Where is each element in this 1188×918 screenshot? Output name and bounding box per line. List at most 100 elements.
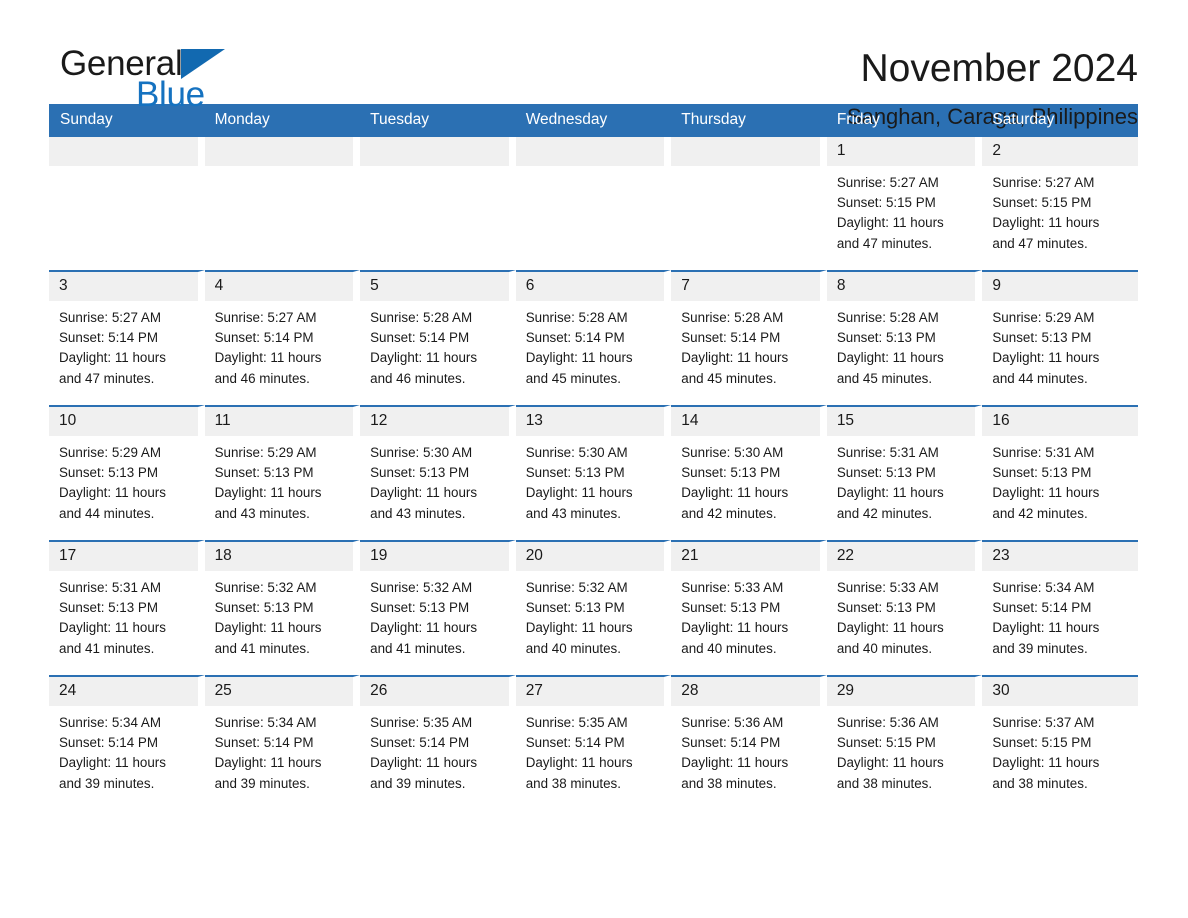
calendar-day-cell[interactable]: 18 Sunrise: 5:32 AM Sunset: 5:13 PM Dayligh… xyxy=(204,540,361,675)
calendar-week-row: 17 Sunrise: 5:31 AM Sunset: 5:13 PM Dayligh… xyxy=(49,540,1138,675)
calendar-day-cell[interactable]: 16 Sunrise: 5:31 AM Sunset: 5:13 PM Dayligh… xyxy=(982,405,1138,540)
page-title: November 2024 xyxy=(860,47,1139,90)
daylight-text-line1: Daylight: 11 hours xyxy=(525,350,633,366)
day-number xyxy=(515,137,665,166)
calendar-cell-empty xyxy=(204,137,361,270)
calendar-week-row: 10 Sunrise: 5:29 AM Sunset: 5:13 PM Dayligh… xyxy=(49,405,1138,540)
day-details: Sunrise: 5:28 AM Sunset: 5:14 PM Daylight:… xyxy=(516,301,665,389)
sunrise-text: Sunrise: 5:30 AM xyxy=(370,445,473,460)
calendar-day-cell[interactable]: 14 Sunrise: 5:30 AM Sunset: 5:13 PM Dayligh… xyxy=(671,405,827,540)
day-number: 8 xyxy=(826,272,976,301)
calendar-day-cell[interactable]: 28 Sunrise: 5:36 AM Sunset: 5:14 PM Dayligh… xyxy=(671,675,827,810)
daylight-text-line2: and 43 minutes. xyxy=(525,505,621,521)
sunset-text: Sunset: 5:13 PM xyxy=(525,465,625,481)
calendar-cell-empty xyxy=(515,137,672,270)
day-details: Sunrise: 5:27 AM Sunset: 5:14 PM Daylight:… xyxy=(49,301,198,389)
calendar-day-cell[interactable]: 3 Sunrise: 5:27 AM Sunset: 5:14 PM Daylight… xyxy=(49,270,205,405)
day-number: 24 xyxy=(49,677,198,706)
calendar-day-cell[interactable]: 5 Sunrise: 5:28 AM Sunset: 5:14 PM Daylight… xyxy=(360,270,516,405)
calendar-day-cell[interactable]: 12 Sunrise: 5:30 AM Sunset: 5:13 PM Dayligh… xyxy=(360,405,516,540)
sunrise-text: Sunrise: 5:27 AM xyxy=(992,175,1095,190)
daylight-text-line1: Daylight: 11 hours xyxy=(836,215,944,231)
daylight-text-line2: and 42 minutes. xyxy=(992,505,1088,521)
calendar-day-cell[interactable]: 21 Sunrise: 5:33 AM Sunset: 5:13 PM Dayligh… xyxy=(671,540,827,675)
day-details: Sunrise: 5:28 AM Sunset: 5:14 PM Daylight:… xyxy=(360,301,509,389)
day-number: 14 xyxy=(671,407,820,436)
sunrise-text: Sunrise: 5:31 AM xyxy=(836,445,939,460)
day-number: 18 xyxy=(204,542,354,571)
day-number: 12 xyxy=(360,407,509,436)
calendar-day-cell[interactable]: 17 Sunrise: 5:31 AM Sunset: 5:13 PM Dayligh… xyxy=(49,540,205,675)
sunset-text: Sunset: 5:13 PM xyxy=(214,465,314,481)
daylight-text-line2: and 38 minutes. xyxy=(836,775,933,791)
calendar-day-cell[interactable]: 2 Sunrise: 5:27 AM Sunset: 5:15 PM Daylight… xyxy=(982,137,1138,270)
day-number: 19 xyxy=(360,542,509,571)
day-number: 23 xyxy=(982,542,1138,571)
daylight-text-line2: and 47 minutes. xyxy=(836,235,933,251)
calendar-day-cell[interactable]: 27 Sunrise: 5:35 AM Sunset: 5:14 PM Dayligh… xyxy=(515,675,672,810)
calendar-day-cell[interactable]: 22 Sunrise: 5:33 AM Sunset: 5:13 PM Dayligh… xyxy=(826,540,983,675)
sunrise-text: Sunrise: 5:27 AM xyxy=(59,310,161,325)
calendar-day-cell[interactable]: 7 Sunrise: 5:28 AM Sunset: 5:14 PM Daylight… xyxy=(671,270,827,405)
day-details: Sunrise: 5:31 AM Sunset: 5:13 PM Daylight:… xyxy=(49,571,198,659)
calendar-day-cell[interactable]: 19 Sunrise: 5:32 AM Sunset: 5:13 PM Dayligh… xyxy=(360,540,516,675)
calendar-day-cell[interactable]: 13 Sunrise: 5:30 AM Sunset: 5:13 PM Dayligh… xyxy=(515,405,672,540)
calendar-day-cell[interactable]: 26 Sunrise: 5:35 AM Sunset: 5:14 PM Dayligh… xyxy=(360,675,516,810)
day-details: Sunrise: 5:27 AM Sunset: 5:14 PM Daylight:… xyxy=(205,301,354,389)
calendar-day-cell[interactable]: 23 Sunrise: 5:34 AM Sunset: 5:14 PM Dayligh… xyxy=(982,540,1138,675)
daylight-text-line1: Daylight: 11 hours xyxy=(214,620,322,636)
daylight-text-line2: and 46 minutes. xyxy=(370,370,466,386)
calendar-day-cell[interactable]: 9 Sunrise: 5:29 AM Sunset: 5:13 PM Daylight… xyxy=(982,270,1138,405)
calendar-day-cell[interactable]: 20 Sunrise: 5:32 AM Sunset: 5:13 PM Dayligh… xyxy=(515,540,672,675)
sunrise-text: Sunrise: 5:31 AM xyxy=(992,445,1095,460)
calendar-cell-empty xyxy=(49,137,205,270)
calendar-day-cell[interactable]: 10 Sunrise: 5:29 AM Sunset: 5:13 PM Dayligh… xyxy=(49,405,205,540)
day-number: 28 xyxy=(671,677,820,706)
calendar-day-cell[interactable]: 6 Sunrise: 5:28 AM Sunset: 5:14 PM Daylight… xyxy=(515,270,672,405)
daylight-text-line2: and 38 minutes. xyxy=(525,775,621,791)
daylight-text-line1: Daylight: 11 hours xyxy=(681,755,789,771)
daylight-text-line2: and 45 minutes. xyxy=(681,370,777,386)
calendar-day-cell[interactable]: 4 Sunrise: 5:27 AM Sunset: 5:14 PM Daylight… xyxy=(204,270,361,405)
calendar-day-cell[interactable]: 11 Sunrise: 5:29 AM Sunset: 5:13 PM Dayligh… xyxy=(204,405,361,540)
day-details: Sunrise: 5:35 AM Sunset: 5:14 PM Daylight:… xyxy=(516,706,665,794)
sunrise-text: Sunrise: 5:31 AM xyxy=(59,580,161,595)
calendar-day-cell[interactable]: 8 Sunrise: 5:28 AM Sunset: 5:13 PM Daylight… xyxy=(826,270,983,405)
day-number: 21 xyxy=(671,542,820,571)
sunrise-text: Sunrise: 5:35 AM xyxy=(525,715,628,730)
daylight-text-line1: Daylight: 11 hours xyxy=(836,350,944,366)
sunset-text: Sunset: 5:15 PM xyxy=(992,735,1092,751)
sunrise-text: Sunrise: 5:27 AM xyxy=(214,310,317,325)
daylight-text-line2: and 43 minutes. xyxy=(214,505,310,521)
daylight-text-line2: and 41 minutes. xyxy=(59,640,155,656)
sunset-text: Sunset: 5:13 PM xyxy=(370,465,470,481)
sunrise-text: Sunrise: 5:28 AM xyxy=(370,310,473,325)
day-details: Sunrise: 5:37 AM Sunset: 5:15 PM Daylight:… xyxy=(982,706,1138,794)
daylight-text-line2: and 41 minutes. xyxy=(370,640,466,656)
sunset-text: Sunset: 5:13 PM xyxy=(992,465,1092,481)
daylight-text-line1: Daylight: 11 hours xyxy=(836,485,944,501)
day-number xyxy=(204,137,354,166)
calendar-day-cell[interactable]: 1 Sunrise: 5:27 AM Sunset: 5:15 PM Daylight… xyxy=(826,137,983,270)
day-number: 2 xyxy=(982,137,1138,166)
sunrise-text: Sunrise: 5:37 AM xyxy=(992,715,1095,730)
day-number xyxy=(49,137,198,166)
calendar-week-row: 3 Sunrise: 5:27 AM Sunset: 5:14 PM Daylight… xyxy=(49,270,1138,405)
calendar-day-cell[interactable]: 30 Sunrise: 5:37 AM Sunset: 5:15 PM Dayligh… xyxy=(982,675,1138,810)
calendar-day-cell[interactable]: 24 Sunrise: 5:34 AM Sunset: 5:14 PM Dayligh… xyxy=(49,675,205,810)
calendar-day-cell[interactable]: 15 Sunrise: 5:31 AM Sunset: 5:13 PM Dayligh… xyxy=(826,405,983,540)
daylight-text-line2: and 45 minutes. xyxy=(836,370,933,386)
daylight-text-line2: and 39 minutes. xyxy=(59,775,155,791)
daylight-text-line1: Daylight: 11 hours xyxy=(525,620,633,636)
day-number: 4 xyxy=(204,272,354,301)
sunset-text: Sunset: 5:13 PM xyxy=(370,600,470,616)
calendar-day-cell[interactable]: 29 Sunrise: 5:36 AM Sunset: 5:15 PM Dayligh… xyxy=(826,675,983,810)
day-details: Sunrise: 5:32 AM Sunset: 5:13 PM Daylight:… xyxy=(360,571,509,659)
calendar-day-cell[interactable]: 25 Sunrise: 5:34 AM Sunset: 5:14 PM Dayligh… xyxy=(204,675,361,810)
daylight-text-line1: Daylight: 11 hours xyxy=(681,485,789,501)
calendar-cell-empty xyxy=(360,137,516,270)
day-number: 16 xyxy=(982,407,1138,436)
sunset-text: Sunset: 5:14 PM xyxy=(370,330,470,346)
daylight-text-line1: Daylight: 11 hours xyxy=(681,620,789,636)
day-details: Sunrise: 5:27 AM Sunset: 5:15 PM Daylight:… xyxy=(827,166,976,254)
